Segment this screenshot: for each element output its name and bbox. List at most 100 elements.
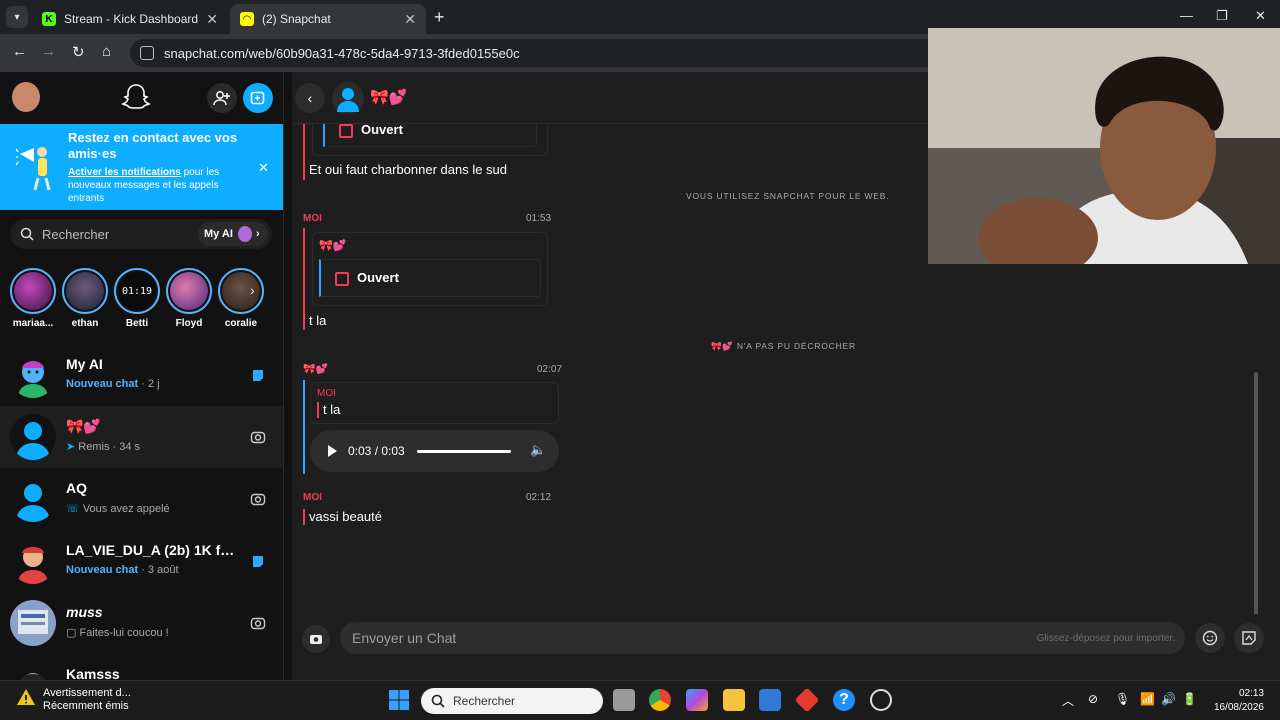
minimize-icon[interactable]: — xyxy=(1180,8,1193,23)
snap-opened-label: Ouvert xyxy=(335,270,399,286)
add-friend-button[interactable] xyxy=(207,83,237,113)
play-icon[interactable] xyxy=(328,445,337,457)
chat-status: Nouveau chat · 3 août xyxy=(66,564,179,576)
taskbar-search[interactable]: Rechercher xyxy=(421,688,603,714)
my-ai-button[interactable]: My AI › xyxy=(198,222,268,246)
conversation-name[interactable]: 🎀💕 xyxy=(370,88,407,106)
chat-item-selected[interactable]: 🎀💕 ➤ Remis · 34 s xyxy=(0,406,283,468)
audio-progress-slider[interactable] xyxy=(417,450,511,453)
wave-icon: ▢ xyxy=(66,627,77,639)
volume-icon[interactable]: 🔊 xyxy=(1161,692,1176,706)
story-name: Floyd xyxy=(175,318,203,329)
new-tab-button[interactable]: + xyxy=(434,7,445,28)
taskbar: Avertissement d... Récemment émis Recher… xyxy=(0,680,1280,720)
close-window-icon[interactable]: ✕ xyxy=(1255,8,1266,24)
chat-input[interactable]: Envoyer un Chat Glissez-déposez pour imp… xyxy=(340,622,1185,654)
app-red-icon[interactable] xyxy=(794,687,820,713)
chat-avatar xyxy=(10,476,56,522)
story-item[interactable]: coralie xyxy=(217,268,265,329)
story-item[interactable]: Floyd xyxy=(165,268,213,329)
chat-avatar xyxy=(10,538,56,584)
close-tab-icon[interactable]: ✕ xyxy=(206,11,218,28)
help-icon[interactable]: ? xyxy=(833,689,855,711)
copilot-icon[interactable] xyxy=(686,689,708,711)
sender-label: 🎀💕 xyxy=(303,364,328,375)
snapchat-ghost-icon[interactable] xyxy=(121,82,151,112)
story-item[interactable]: 01:19 Betti xyxy=(113,268,161,329)
conversation-avatar[interactable] xyxy=(332,82,364,114)
message-text: Et oui faut charbonner dans le sud xyxy=(309,162,508,177)
close-banner-icon[interactable]: ✕ xyxy=(258,160,269,176)
search-icon xyxy=(20,227,34,241)
clock[interactable]: 02:13 16/08/2026 xyxy=(1206,687,1264,715)
chat-name: AQ xyxy=(66,480,87,496)
emoji-button[interactable] xyxy=(1195,623,1225,653)
story-avatar xyxy=(170,272,208,310)
warning-title: Avertissement d... xyxy=(43,687,131,699)
maximize-icon[interactable]: ❐ xyxy=(1216,8,1228,24)
enable-notifications-link[interactable]: Activer les notifications xyxy=(68,167,181,178)
battery-icon[interactable]: 🔋 xyxy=(1182,692,1197,706)
story-name: coralie xyxy=(224,318,258,329)
obs-icon[interactable] xyxy=(870,689,892,711)
new-chat-button[interactable] xyxy=(243,83,273,113)
tab-kick[interactable]: K Stream - Kick Dashboard ✕ xyxy=(32,4,228,34)
opened-snap-icon xyxy=(339,124,353,138)
quoted-message: MOI t la xyxy=(310,382,559,424)
search-input[interactable]: Rechercher My AI › xyxy=(10,219,272,249)
quoted-message: 🎀💕 Ouvert xyxy=(312,232,548,306)
sender-label: MOI xyxy=(303,492,322,503)
url-text: snapchat.com/web/60b90a31-478c-5da4-9713… xyxy=(164,45,520,61)
chat-item-aq[interactable]: AQ ☏ Vous avez appelé xyxy=(0,468,283,530)
home-icon[interactable]: ⌂ xyxy=(102,43,111,60)
tab-snapchat[interactable]: ◠ (2) Snapchat ✕ xyxy=(230,4,426,34)
stories-next-icon[interactable]: › xyxy=(250,282,255,298)
story-item[interactable]: ethan xyxy=(61,268,109,329)
chrome-icon[interactable] xyxy=(649,689,671,711)
volume-icon[interactable]: 🔈 xyxy=(530,442,546,458)
story-avatar: 01:19 xyxy=(118,272,156,310)
sticker-button[interactable] xyxy=(1234,623,1264,653)
tray-app-icon[interactable]: ⊘ xyxy=(1088,692,1098,706)
tab-title: Stream - Kick Dashboard xyxy=(64,12,199,26)
microphone-icon[interactable]: 🎙 xyxy=(1115,692,1130,706)
file-explorer-icon[interactable] xyxy=(723,689,745,711)
quoted-snap: Ouvert xyxy=(323,124,537,147)
scrollbar[interactable] xyxy=(1254,372,1258,614)
camera-reply-icon[interactable] xyxy=(250,615,266,631)
reload-icon[interactable]: ↻ xyxy=(72,43,85,61)
snapchat-favicon-icon: ◠ xyxy=(240,12,254,26)
chat-item-la-vie-du-a[interactable]: LA_VIE_DU_A (2b) 1K fol... Nouveau chat … xyxy=(0,530,283,592)
camera-reply-icon[interactable] xyxy=(250,429,266,445)
address-bar[interactable]: snapchat.com/web/60b90a31-478c-5da4-9713… xyxy=(130,39,950,67)
quoted-text: t la xyxy=(323,402,341,417)
warning-notification[interactable]: Avertissement d... Récemment émis xyxy=(43,687,131,713)
story-item[interactable]: mariaa... xyxy=(9,268,57,329)
back-button[interactable]: ‹ xyxy=(295,83,325,113)
back-icon[interactable]: ← xyxy=(12,43,27,60)
chat-avatar xyxy=(10,352,56,398)
site-info-icon[interactable] xyxy=(140,46,154,60)
tray-chevron-icon[interactable]: ︿ xyxy=(1062,692,1074,709)
camera-button[interactable] xyxy=(302,625,330,653)
camera-reply-icon[interactable] xyxy=(250,491,266,507)
microsoft-store-icon[interactable] xyxy=(759,689,781,711)
tab-search-button[interactable]: ▾ xyxy=(6,6,28,28)
message-time: 01:53 xyxy=(526,213,552,224)
task-view-icon[interactable] xyxy=(613,689,635,711)
unread-chat-icon xyxy=(253,556,263,567)
chat-name: 🎀💕 xyxy=(66,418,101,434)
chat-item-my-ai[interactable]: My AI Nouveau chat · 2 j xyxy=(0,344,283,406)
forward-icon[interactable]: → xyxy=(41,43,56,60)
quoted-sender: MOI xyxy=(317,388,336,399)
sender-line xyxy=(303,228,305,330)
profile-avatar[interactable] xyxy=(12,82,40,112)
windows-start-icon[interactable] xyxy=(388,689,410,711)
close-tab-icon[interactable]: ✕ xyxy=(404,11,416,28)
chat-item-kamsss[interactable]: Kamsss xyxy=(0,654,283,680)
kick-icon: K xyxy=(42,12,56,26)
chat-item-muss[interactable]: muss ▢ Faites-lui coucou ! xyxy=(0,592,283,654)
wifi-icon[interactable]: 📶 xyxy=(1140,692,1155,706)
warning-icon[interactable] xyxy=(16,687,36,707)
banner-heading: Restez en contact avec vos amis·es xyxy=(68,130,238,161)
